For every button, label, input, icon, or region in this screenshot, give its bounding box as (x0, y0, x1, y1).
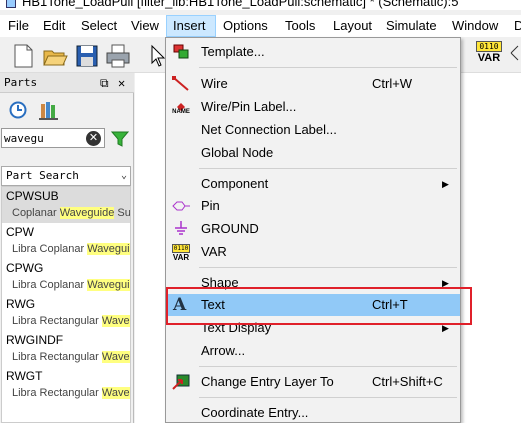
menu-more[interactable]: D (514, 15, 521, 37)
menu-item-change-entry-layer[interactable]: Change Entry Layer To Ctrl+Shift+C (166, 371, 460, 393)
part-name: CPWG (6, 261, 44, 275)
part-description: Libra Rectangular Wave (12, 387, 130, 399)
part-description: Coplanar Waveguide Su (12, 207, 130, 219)
part-name: RWGINDF (6, 333, 64, 347)
part-name: RWGT (6, 369, 43, 383)
part-search-label: Part Search (6, 169, 79, 182)
menu-layout[interactable]: Layout (333, 15, 372, 37)
open-folder-icon[interactable] (42, 43, 68, 69)
title-bar: HB1Tone_LoadPull [filter_lib:HB1Tone_Loa… (0, 0, 521, 10)
menu-item-template[interactable]: Template... (166, 41, 460, 63)
menu-item-var[interactable]: 0110 VAR VAR (166, 241, 460, 263)
var-icon: 0110 VAR (172, 244, 190, 262)
close-panel-icon[interactable]: ✕ (118, 73, 125, 93)
menu-options[interactable]: Options (223, 15, 268, 37)
print-icon[interactable] (105, 43, 131, 69)
menu-tools[interactable]: Tools (285, 15, 315, 37)
new-file-icon[interactable] (10, 43, 36, 69)
parts-list-item[interactable]: RWGT Libra Rectangular Wave (2, 367, 130, 403)
menu-file[interactable]: File (8, 15, 29, 37)
parts-panel-title: Parts (4, 76, 38, 89)
pin-icon (172, 198, 190, 214)
filter-icon[interactable] (110, 130, 130, 148)
parts-search-input[interactable] (4, 130, 80, 146)
recent-history-icon[interactable] (8, 100, 28, 120)
menu-item-arrow[interactable]: Arrow... (166, 340, 460, 362)
ground-icon (172, 221, 190, 237)
name-label-icon: NAME (172, 99, 190, 115)
menu-item-component[interactable]: Component ▶ (166, 173, 460, 195)
part-search-dropdown[interactable]: Part Search ⌄ (1, 166, 131, 186)
parts-panel-header: Parts ⧉ ✕ (0, 73, 134, 93)
part-name: CPWSUB (6, 189, 59, 203)
menu-separator (199, 67, 457, 68)
menu-item-net-connection-label[interactable]: Net Connection Label... (166, 119, 460, 141)
window-title: HB1Tone_LoadPull [filter_lib:HB1Tone_Loa… (22, 0, 459, 9)
menu-window[interactable]: Window (452, 15, 498, 37)
submenu-arrow-icon: ▶ (442, 179, 449, 189)
var-toolbar-icon[interactable]: 0110 VAR (476, 41, 502, 69)
toolbar-overflow-icon[interactable] (509, 43, 521, 63)
app-icon (6, 0, 16, 8)
parts-panel: Parts ⧉ ✕ ✕ Part Search ⌄ CPWSUB Coplana… (0, 73, 134, 423)
parts-search-box: ✕ (1, 128, 105, 148)
menu-item-coordinate-entry[interactable]: Coordinate Entry... (166, 402, 460, 423)
menu-insert[interactable]: Insert (166, 15, 216, 37)
save-icon[interactable] (74, 43, 100, 69)
wire-icon (172, 76, 190, 92)
menu-simulate[interactable]: Simulate (386, 15, 437, 37)
parts-list-item[interactable]: RWGINDF Libra Rectangular Wave (2, 331, 130, 367)
parts-list-item[interactable]: CPW Libra Coplanar Waveguid (2, 223, 130, 259)
float-panel-icon[interactable]: ⧉ (100, 73, 109, 93)
part-name: CPW (6, 225, 34, 239)
parts-list: CPWSUB Coplanar Waveguide Su CPW Libra C… (1, 186, 131, 423)
menu-item-wire-pin-label[interactable]: NAME Wire/Pin Label... (166, 96, 460, 118)
part-description: Libra Rectangular Wave (12, 315, 130, 327)
library-browser-icon[interactable] (38, 100, 60, 120)
menu-item-pin[interactable]: Pin (166, 195, 460, 217)
menu-separator (199, 397, 457, 398)
parts-list-item[interactable]: CPWG Libra Coplanar Waveguid (2, 259, 130, 295)
part-description: Libra Coplanar Waveguid (6, 241, 130, 257)
menu-select[interactable]: Select (81, 15, 117, 37)
change-layer-icon (172, 374, 190, 390)
menu-view[interactable]: View (131, 15, 159, 37)
part-description: Libra Coplanar Waveguid (6, 277, 130, 293)
chevron-down-icon: ⌄ (120, 170, 127, 181)
parts-list-item[interactable]: CPWSUB Coplanar Waveguide Su (2, 187, 130, 223)
part-name: RWG (6, 297, 36, 311)
template-icon (172, 44, 190, 60)
menu-separator (199, 366, 457, 367)
var-toolbar-badge-bottom: VAR (477, 52, 501, 64)
parts-list-item[interactable]: RWG Libra Rectangular Wave (2, 295, 130, 331)
menu-separator (199, 168, 457, 169)
part-description: Libra Rectangular Wave (12, 351, 130, 363)
menu-item-global-node[interactable]: Global Node (166, 142, 460, 164)
menu-item-wire[interactable]: Wire Ctrl+W (166, 73, 460, 95)
menu-item-ground[interactable]: GROUND (166, 218, 460, 240)
highlight-annotation-box (166, 287, 472, 325)
clear-search-icon[interactable]: ✕ (86, 131, 101, 146)
menu-separator (199, 267, 457, 268)
menu-edit[interactable]: Edit (43, 15, 65, 37)
var-toolbar-badge-top: 0110 (476, 41, 502, 52)
insert-menu: Template... Wire Ctrl+W NAME Wire/Pin La… (165, 37, 461, 423)
menu-bar: File Edit Select View Insert Options Too… (0, 15, 521, 37)
